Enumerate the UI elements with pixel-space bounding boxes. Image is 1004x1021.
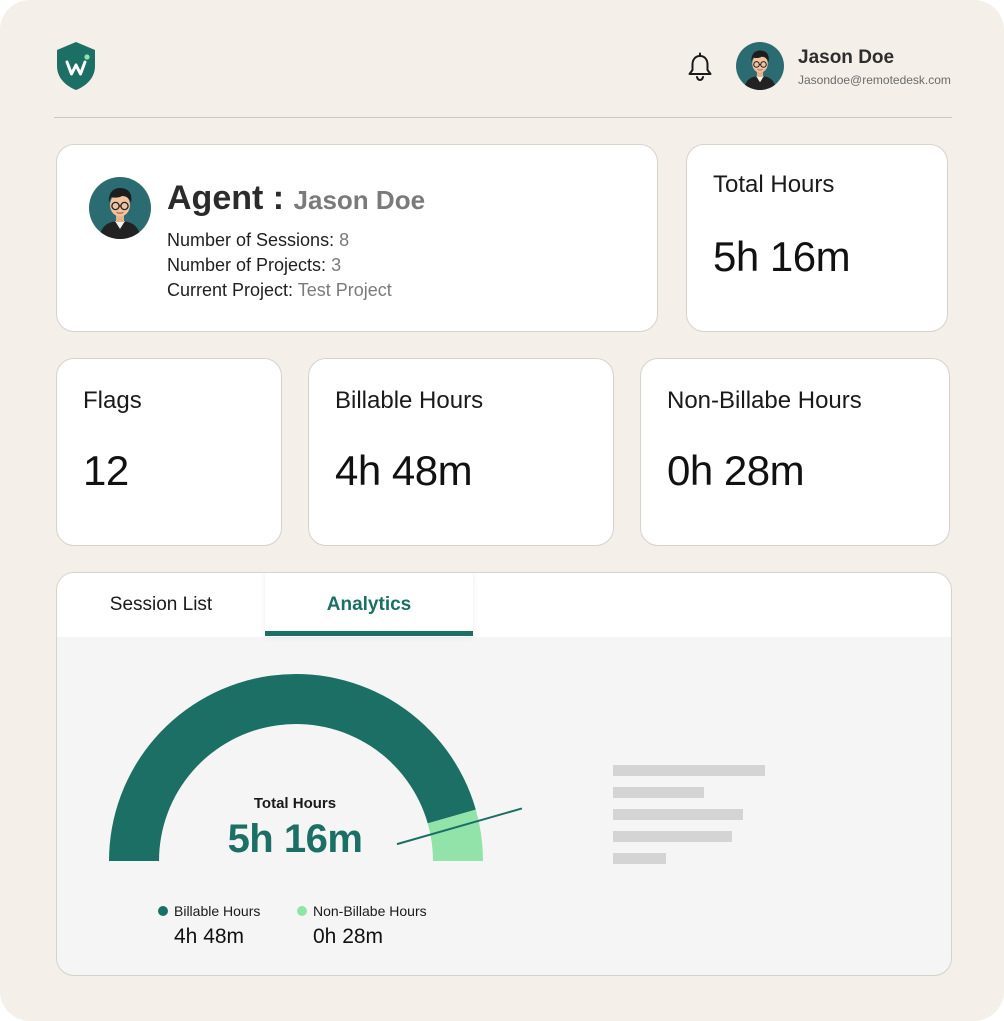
projects-label: Number of Projects:	[167, 255, 327, 275]
placeholder-bar	[613, 853, 666, 864]
non-billable-hours-value: 0h 28m	[667, 447, 805, 494]
billable-hours-value: 4h 48m	[335, 447, 473, 494]
gauge-title: Total Hours	[253, 795, 337, 812]
legend-label-non-billable: Non-Billabe Hours	[313, 903, 427, 919]
total-hours-label: Total Hours	[713, 171, 835, 198]
shield-w-logo-icon[interactable]	[54, 40, 98, 92]
billable-hours-card: Billable Hours 4h 48m	[308, 358, 614, 546]
flags-label: Flags	[83, 387, 142, 414]
bell-icon[interactable]	[686, 52, 714, 82]
flags-card: Flags 12	[56, 358, 282, 546]
sessions-label: Number of Sessions:	[167, 230, 335, 250]
placeholder-bar	[613, 831, 732, 842]
agent-title: Agent : Jason Doe	[167, 179, 425, 218]
avatar[interactable]	[736, 42, 784, 90]
analytics-panel: Session List Analytics Total Hours 5h 16…	[56, 572, 952, 976]
active-tab-indicator	[265, 631, 473, 636]
agent-name: Jason Doe	[293, 185, 426, 215]
sessions-value: 8	[339, 230, 350, 250]
projects-line: Number of Projects: 3	[167, 255, 341, 276]
tab-session-list[interactable]: Session List	[57, 573, 265, 637]
placeholder-bar	[613, 787, 704, 798]
legend-dot-non-billable	[297, 906, 307, 916]
projects-value: 3	[331, 255, 342, 275]
legend-item-billable: Billable Hours	[158, 903, 260, 919]
current-project-line: Current Project: Test Project	[167, 280, 392, 301]
agent-avatar	[89, 177, 151, 239]
header-user-email: Jasondoe@remotedesk.com	[798, 73, 951, 87]
legend-item-non-billable: Non-Billabe Hours	[297, 903, 427, 919]
legend-dot-billable	[158, 906, 168, 916]
placeholder-bar	[613, 809, 743, 820]
legend-value-billable: 4h 48m	[174, 925, 245, 948]
tab-analytics[interactable]: Analytics	[265, 573, 473, 637]
sessions-line: Number of Sessions: 8	[167, 230, 349, 251]
current-project-label: Current Project:	[167, 280, 294, 300]
app-frame: Jason Doe Jasondoe@remotedesk.com Agent …	[0, 0, 1004, 1021]
header-divider	[54, 117, 952, 118]
non-billable-hours-card: Non-Billabe Hours 0h 28m	[640, 358, 950, 546]
total-hours-value: 5h 16m	[713, 233, 851, 280]
flags-value: 12	[83, 447, 129, 494]
billable-hours-label: Billable Hours	[335, 387, 484, 414]
total-hours-card: Total Hours 5h 16m	[686, 144, 948, 332]
non-billable-hours-label: Non-Billabe Hours	[667, 387, 862, 414]
agent-title-prefix: Agent :	[167, 179, 285, 217]
header-user-name: Jason Doe	[798, 47, 895, 68]
agent-card: Agent : Jason Doe Number of Sessions: 8 …	[56, 144, 658, 332]
tab-bar: Session List Analytics	[57, 573, 951, 637]
current-project-value: Test Project	[297, 280, 392, 300]
gauge-center-value: 5h 16m	[227, 817, 363, 861]
legend-label-billable: Billable Hours	[174, 903, 261, 919]
placeholder-bar	[613, 765, 765, 776]
legend-value-non-billable: 0h 28m	[313, 925, 384, 948]
